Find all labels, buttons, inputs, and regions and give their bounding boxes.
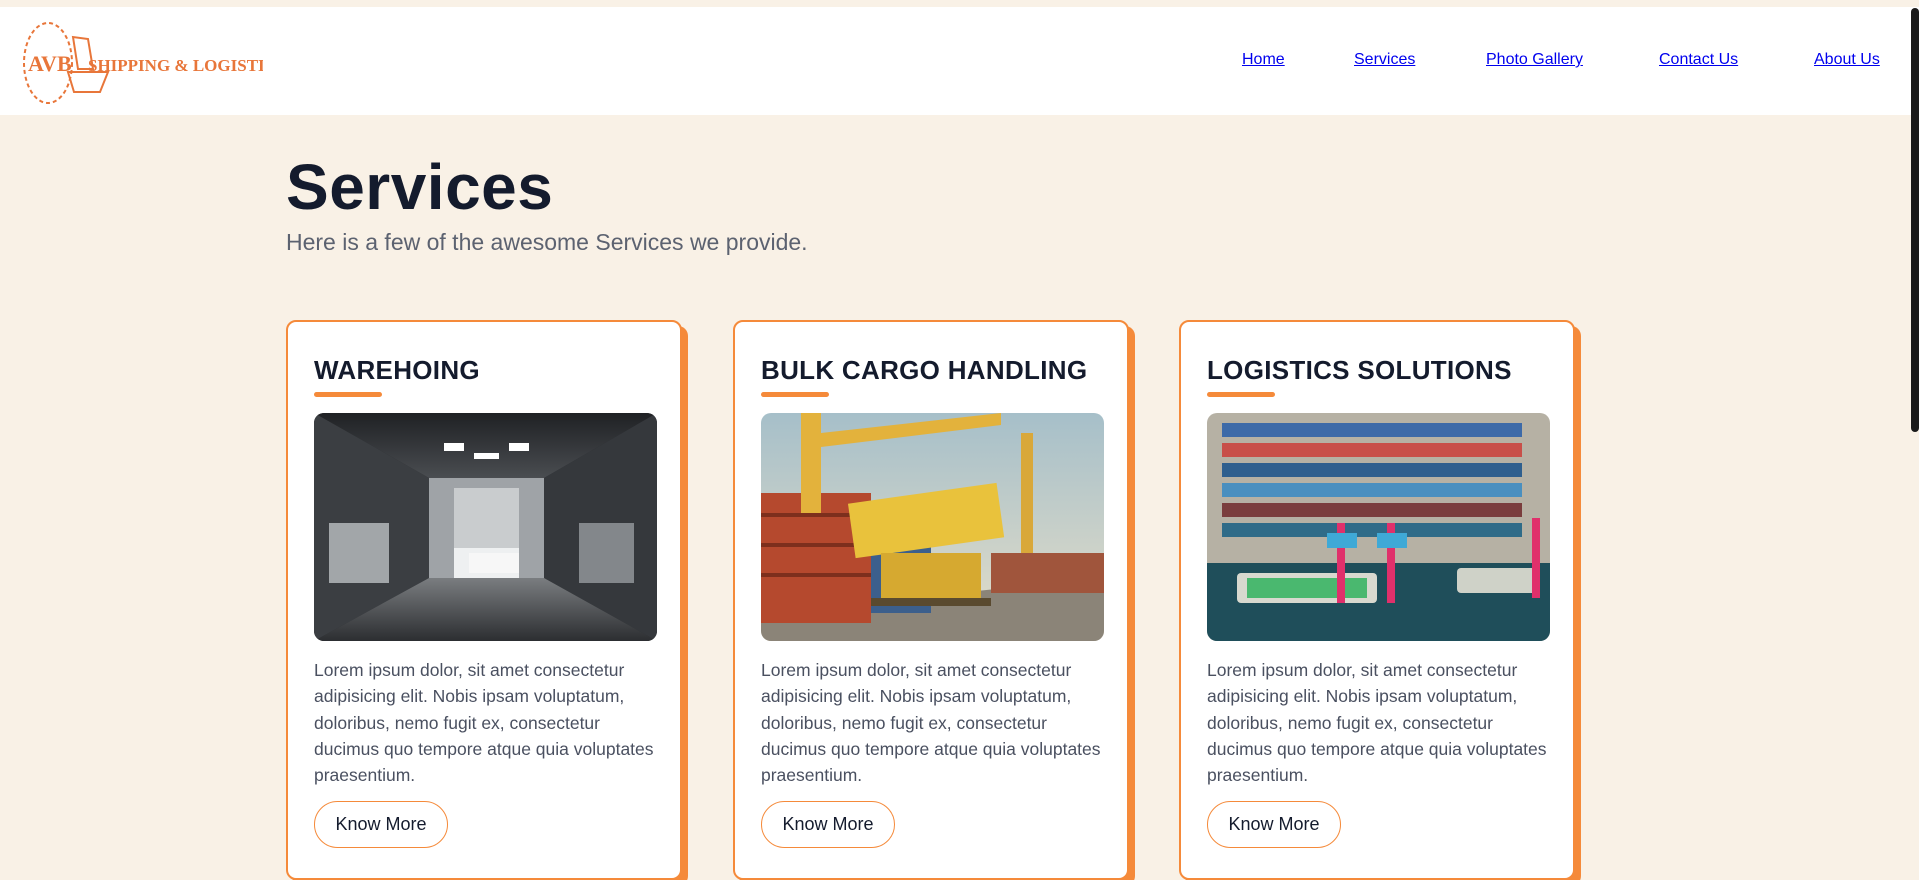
nav-about-us[interactable]: About Us (1814, 51, 1880, 69)
title-underline (1207, 392, 1275, 397)
service-card-warehousing: WAREHOING Lorem ipsum dolor, sit amet co… (286, 320, 682, 880)
svg-text:AVB: AVB (28, 51, 72, 76)
page-subtitle: Here is a few of the awesome Services we… (286, 229, 808, 255)
card-title: WAREHOING (314, 355, 480, 385)
top-strip (0, 0, 1919, 7)
title-underline (761, 392, 829, 397)
nav-contact-us[interactable]: Contact Us (1659, 51, 1738, 69)
service-card-logistics: LOGISTICS SOLUTIONS Lorem ipsum dolor, s… (1179, 320, 1575, 880)
card-title: BULK CARGO HANDLING (761, 355, 1088, 385)
svg-text:SHIPPING & LOGISTICS: SHIPPING & LOGISTICS (88, 56, 263, 75)
service-card-bulk-cargo: BULK CARGO HANDLING Lorem ipsum dolor, s… (733, 320, 1129, 880)
nav-photo-gallery[interactable]: Photo Gallery (1486, 51, 1583, 69)
navbar: AVB SHIPPING & LOGISTICS Home Services P… (0, 7, 1919, 115)
card-description: Lorem ipsum dolor, sit amet consectetur … (761, 660, 1101, 786)
card-title: LOGISTICS SOLUTIONS (1207, 355, 1512, 385)
know-more-button[interactable]: Know More (1207, 801, 1341, 848)
page-title: Services (286, 151, 554, 223)
port-aerial-image (1207, 413, 1550, 641)
nav-services[interactable]: Services (1354, 51, 1415, 69)
warehouse-image (314, 413, 657, 641)
know-more-button[interactable]: Know More (761, 801, 895, 848)
nav-home[interactable]: Home (1242, 51, 1285, 69)
scrollbar[interactable] (1907, 0, 1919, 873)
card-description: Lorem ipsum dolor, sit amet consectetur … (1207, 660, 1547, 786)
card-description: Lorem ipsum dolor, sit amet consectetur … (314, 660, 654, 786)
title-underline (314, 392, 382, 397)
container-crane-image (761, 413, 1104, 641)
brand-logo[interactable]: AVB SHIPPING & LOGISTICS (18, 17, 263, 107)
scrollbar-thumb[interactable] (1911, 8, 1919, 432)
know-more-button[interactable]: Know More (314, 801, 448, 848)
